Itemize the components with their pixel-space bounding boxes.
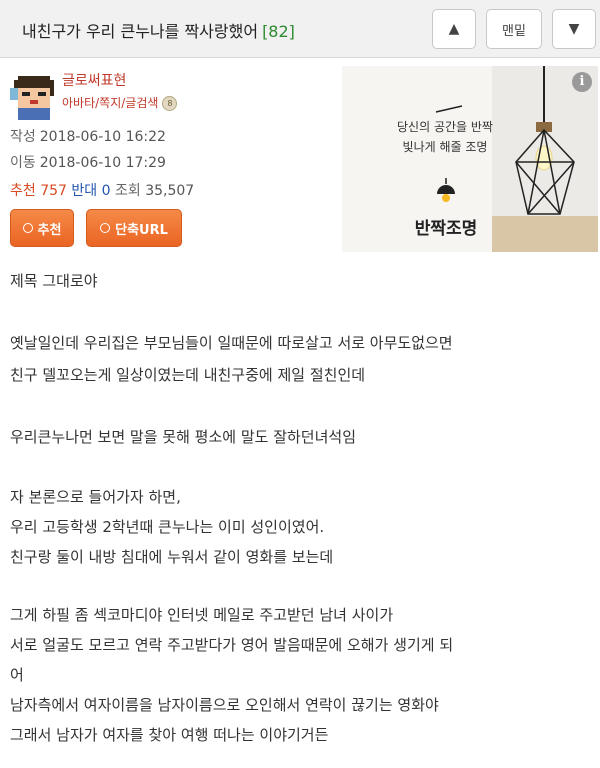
views-value: 35,507 xyxy=(145,183,195,199)
triangle-up-icon: ▲ xyxy=(448,21,460,37)
short-url-button[interactable]: 단축URL xyxy=(86,209,182,247)
body-line: 친구랑 둘이 내방 침대에 누워서 같이 영화를 보는데 xyxy=(10,548,334,566)
body-line: 그래서 남자가 여자를 찾아 여행 떠나는 이야기거든 xyxy=(10,726,329,744)
written-value: 2018-06-10 16:22 xyxy=(39,129,166,145)
author-links-text[interactable]: 아바타/쪽지/글검색 xyxy=(62,96,158,110)
body-line: 우리 고등학생 2학년때 큰누나는 이미 성인이였어. xyxy=(10,518,325,536)
comment-count[interactable]: [82] xyxy=(262,22,295,41)
body-line: 친구 델꼬오는게 일상이였는데 내친구중에 제일 절친인데 xyxy=(10,366,366,384)
scroll-up-button[interactable]: ▲ xyxy=(432,9,476,49)
ad-title: 반짝조명 xyxy=(414,219,478,239)
written-label: 작성 xyxy=(10,129,36,145)
moved-date: 이동 2018-06-10 17:29 xyxy=(10,152,166,172)
body-line: 자 본론으로 들어가자 하면, xyxy=(10,488,181,506)
ad-banner[interactable]: i 당신의 공간을 반짝 빛나게 해줄 조명 반짝조명 xyxy=(342,66,598,252)
circle-icon xyxy=(100,223,111,233)
pendant-lamp-image xyxy=(492,66,598,252)
recommend-value: 757 xyxy=(40,183,67,199)
author-name[interactable]: 글로써표현 xyxy=(62,70,126,90)
oppose-value: 0 xyxy=(101,183,111,199)
oppose-label: 반대 xyxy=(71,183,98,199)
go-bottom-button[interactable]: 맨밑 xyxy=(486,9,542,49)
ad-info-icon[interactable]: i xyxy=(572,72,592,92)
circle-icon xyxy=(22,223,33,233)
written-date: 작성 2018-06-10 16:22 xyxy=(10,126,166,146)
post-header: 내친구가 우리 큰누나를 짝사랑했어 [82] ▲ 맨밑 ▼ xyxy=(0,0,600,58)
ad-line-2: 빛나게 해줄 조명 xyxy=(402,140,488,154)
body-line: 남자측에서 여자이름을 남자이름으로 오인해서 연락이 끊기는 영화야 xyxy=(10,696,439,714)
body-line: 우리큰누나먼 보면 말을 못해 평소에 말도 잘하던녀석임 xyxy=(10,428,357,446)
body-line: 어 xyxy=(10,666,24,684)
decorative-stroke-icon xyxy=(435,105,463,113)
level-badge-icon: 8 xyxy=(162,96,178,111)
ad-line-1: 당신의 공간을 반짝 xyxy=(397,120,493,134)
short-url-button-label: 단축URL xyxy=(115,222,168,238)
post-title: 내친구가 우리 큰누나를 짝사랑했어 [82] xyxy=(22,18,295,42)
moved-value: 2018-06-10 17:29 xyxy=(39,155,166,171)
lamp-icon xyxy=(437,178,455,202)
avatar[interactable] xyxy=(10,72,58,120)
triangle-down-icon: ▼ xyxy=(568,21,580,37)
post-title-text: 내친구가 우리 큰누나를 짝사랑했어 xyxy=(22,22,259,41)
recommend-button[interactable]: 추천 xyxy=(10,209,74,247)
scroll-down-button[interactable]: ▼ xyxy=(552,9,596,49)
body-line: 옛날일인데 우리집은 부모님들이 일때문에 따로살고 서로 아무도없으면 xyxy=(10,334,453,352)
author-links: 아바타/쪽지/글검색 8 xyxy=(62,94,178,111)
body-line: 제목 그대로야 xyxy=(10,272,98,290)
views-label: 조회 xyxy=(115,183,141,199)
body-line: 그게 하필 좀 섹코마디야 인터넷 메일로 주고받던 남녀 사이가 xyxy=(10,606,394,624)
recommend-label: 추천 xyxy=(10,183,36,199)
go-bottom-label: 맨밑 xyxy=(502,23,526,39)
moved-label: 이동 xyxy=(10,155,36,171)
post-stats: 추천 757 반대 0 조회 35,507 xyxy=(10,180,194,200)
recommend-button-label: 추천 xyxy=(37,222,62,238)
body-line: 서로 얼굴도 모르고 연락 주고받다가 영어 발음때문에 오해가 생기게 되 xyxy=(10,636,454,654)
